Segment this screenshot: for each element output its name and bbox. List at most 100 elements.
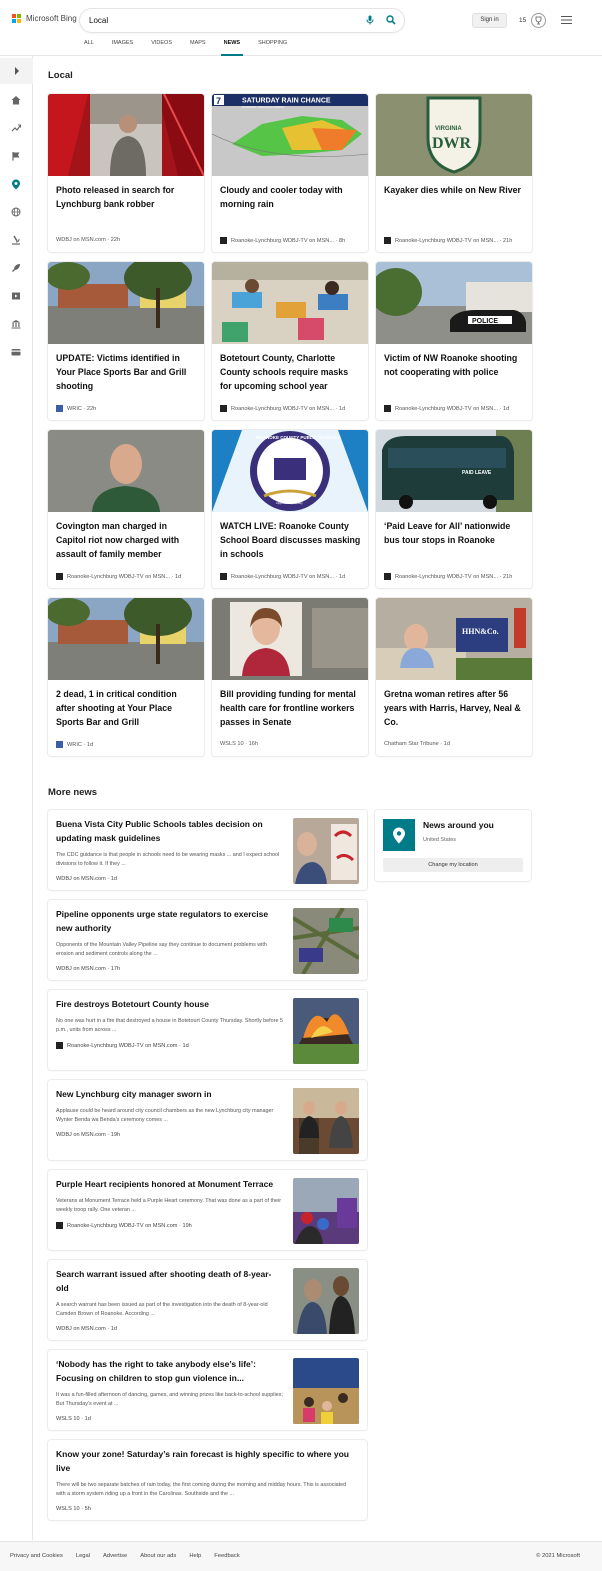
news-title[interactable]: Covington man charged in Capitol riot no… (56, 520, 198, 561)
news-time: 1d (182, 1042, 189, 1049)
sidebar-item-entertainment[interactable] (10, 290, 22, 302)
footer-link-feedback[interactable]: Feedback (214, 1553, 239, 1559)
news-source: Roanoke-Lynchburg WDBJ-TV on MSN.com · 1… (56, 1222, 192, 1229)
change-location-button[interactable]: Change my location (383, 858, 523, 872)
news-title[interactable]: Cloudy and cooler today with morning rai… (220, 184, 362, 212)
news-time: 1d (110, 1326, 117, 1332)
news-card[interactable]: Photo released in search for Lynchburg b… (48, 94, 204, 252)
hamburger-menu-icon[interactable] (561, 16, 572, 24)
news-title[interactable]: Buena Vista City Public Schools tables d… (56, 818, 282, 845)
more-news-item[interactable]: New Lynchburg city manager sworn in Appl… (48, 1080, 367, 1160)
news-card[interactable]: 7 SATURDAY RAIN CHANCE MORNING THROUGH M… (212, 94, 368, 252)
news-time: 1d (503, 405, 510, 412)
news-card[interactable]: 2 dead, 1 in critical condition after sh… (48, 598, 204, 756)
search-input[interactable] (89, 13, 349, 28)
bing-logo[interactable]: Microsoft Bing (12, 14, 77, 23)
footer-links: Privacy and Cookies Legal Advertise Abou… (10, 1553, 253, 1559)
rewards-count[interactable]: 15 (519, 17, 526, 24)
sidebar-item-trending[interactable] (10, 122, 22, 134)
source-name: Roanoke-Lynchburg WDBJ-TV on MSN... (231, 573, 335, 580)
news-title[interactable]: Kayaker dies while on New River (384, 184, 526, 198)
category-sidebar (0, 56, 33, 1540)
news-title[interactable]: Purple Heart recipients honored at Monum… (56, 1178, 282, 1192)
news-time: 1d (175, 573, 182, 580)
tab-all[interactable]: ALL (84, 40, 94, 56)
more-news-item[interactable]: Know your zone! Saturday’s rain forecast… (48, 1440, 367, 1520)
thumb-subhead: MORNING THROUGH MIDDAY (242, 105, 285, 109)
sidebar-item-home[interactable] (10, 94, 22, 106)
more-news-item[interactable]: Fire destroys Botetourt County house No … (48, 990, 367, 1070)
news-title[interactable]: Pipeline opponents urge state regulators… (56, 908, 282, 935)
news-card[interactable]: Bill providing funding for mental health… (212, 598, 368, 756)
tab-news[interactable]: NEWS (220, 40, 243, 56)
news-card[interactable]: POLICE Victim of NW Roanoke shooting not… (376, 262, 532, 420)
rewards-trophy-icon[interactable] (531, 13, 546, 28)
source-logo-icon (56, 573, 63, 580)
tab-shopping[interactable]: SHOPPING (258, 40, 287, 56)
news-card[interactable]: ROANOKE COUNTY PUBLIC SCHOOLS Opportunit… (212, 430, 368, 588)
rocket-icon (12, 264, 20, 272)
sidebar-item-world[interactable] (10, 206, 22, 218)
news-title[interactable]: ‘Nobody has the right to take anybody el… (56, 1358, 282, 1385)
news-source: Roanoke-Lynchburg WDBJ-TV on MSN.com · 1… (56, 1042, 189, 1049)
footer-link-about-ads[interactable]: About our ads (140, 1553, 176, 1559)
news-title[interactable]: UPDATE: Victims identified in Your Place… (56, 352, 198, 393)
search-box[interactable] (80, 9, 404, 32)
sidebar-item-science[interactable] (10, 234, 22, 246)
news-thumbnail (293, 1268, 359, 1334)
news-time: 1d (339, 405, 346, 412)
more-news-item[interactable]: Buena Vista City Public Schools tables d… (48, 810, 367, 890)
news-card[interactable]: UPDATE: Victims identified in Your Place… (48, 262, 204, 420)
source-name: WRIC (67, 405, 82, 412)
news-title[interactable]: Victim of NW Roanoke shooting not cooper… (384, 352, 526, 380)
location-pin-icon (383, 819, 415, 851)
news-card[interactable]: HHN&Co. Gretna woman retires after 56 ye… (376, 598, 532, 756)
station-logo: 7 (216, 96, 221, 106)
news-title[interactable]: ‘Paid Leave for All’ nationwide bus tour… (384, 520, 526, 548)
news-title[interactable]: Photo released in search for Lynchburg b… (56, 184, 198, 212)
more-news-item[interactable]: ‘Nobody has the right to take anybody el… (48, 1350, 367, 1430)
sidebar-item-technology[interactable] (10, 262, 22, 274)
news-title[interactable]: 2 dead, 1 in critical condition after sh… (56, 688, 198, 729)
microsoft-logo-icon (12, 14, 21, 23)
sidebar-item-money[interactable] (10, 346, 22, 358)
news-title[interactable]: Botetourt County, Charlotte County schoo… (220, 352, 362, 393)
footer-link-advertise[interactable]: Advertise (103, 1553, 127, 1559)
news-card[interactable]: Botetourt County, Charlotte County schoo… (212, 262, 368, 420)
news-title[interactable]: Search warrant issued after shooting dea… (56, 1268, 282, 1295)
news-card[interactable]: PAID LEAVE ‘Paid Leave for All’ nationwi… (376, 430, 532, 588)
news-thumbnail (212, 598, 368, 680)
news-source: WDBJ on MSN.com · 1d (56, 876, 117, 882)
news-thumbnail: ROANOKE COUNTY PUBLIC SCHOOLS Opportunit… (212, 430, 368, 512)
tab-maps[interactable]: MAPS (190, 40, 206, 56)
sidebar-item-us[interactable] (10, 150, 22, 162)
sidebar-expand-button[interactable] (0, 58, 33, 84)
source-name: WRIC (67, 741, 82, 748)
news-title[interactable]: Know your zone! Saturday’s rain forecast… (56, 1448, 356, 1475)
news-thumbnail: PAID LEAVE (376, 430, 532, 512)
tab-videos[interactable]: VIDEOS (151, 40, 172, 56)
more-news-item[interactable]: Search warrant issued after shooting dea… (48, 1260, 367, 1340)
search-icon[interactable] (386, 15, 396, 25)
footer-link-legal[interactable]: Legal (76, 1553, 90, 1559)
more-news-item[interactable]: Pipeline opponents urge state regulators… (48, 900, 367, 980)
news-title[interactable]: Fire destroys Botetourt County house (56, 998, 282, 1012)
sign-in-button[interactable]: Sign in (472, 13, 507, 28)
news-snippet: A search warrant has been issued as part… (56, 1302, 268, 1318)
tab-images[interactable]: IMAGES (112, 40, 133, 56)
news-time: 21h (503, 237, 513, 244)
news-card[interactable]: VIRGINIA DWR Kayaker dies while on New R… (376, 94, 532, 252)
microphone-icon[interactable] (366, 15, 374, 25)
news-card[interactable]: Covington man charged in Capitol riot no… (48, 430, 204, 588)
news-title[interactable]: New Lynchburg city manager sworn in (56, 1088, 282, 1102)
thumb-headline: VIRGINIA (435, 126, 462, 132)
news-time: 1d (86, 741, 94, 748)
footer-link-help[interactable]: Help (189, 1553, 201, 1559)
sidebar-item-politics[interactable] (10, 318, 22, 330)
footer-link-privacy[interactable]: Privacy and Cookies (10, 1553, 63, 1559)
sidebar-item-local[interactable] (10, 178, 22, 190)
more-news-item[interactable]: Purple Heart recipients honored at Monum… (48, 1170, 367, 1250)
news-title[interactable]: WATCH LIVE: Roanoke County School Board … (220, 520, 362, 561)
news-title[interactable]: Bill providing funding for mental health… (220, 688, 362, 729)
news-title[interactable]: Gretna woman retires after 56 years with… (384, 688, 526, 729)
